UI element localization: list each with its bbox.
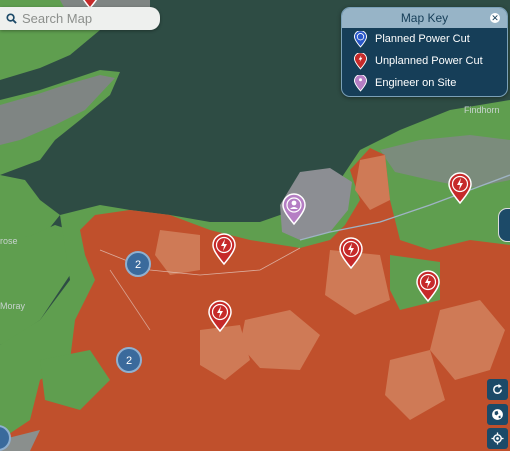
place-label-moray: Moray — [0, 301, 26, 311]
refresh-button[interactable] — [487, 379, 508, 400]
crosshair-icon — [491, 432, 504, 445]
map-key-label: Planned Power Cut — [375, 33, 470, 45]
refresh-icon — [493, 383, 502, 394]
planned-power-cut-icon — [354, 30, 367, 48]
cluster-count: 2 — [135, 259, 141, 271]
side-panel-toggle[interactable] — [498, 208, 510, 242]
place-label-findhorn: Findhorn — [464, 105, 500, 115]
search-input[interactable] — [22, 11, 152, 26]
locate-me-button[interactable] — [487, 428, 508, 449]
close-icon[interactable]: ✕ — [490, 13, 500, 23]
map-key-label: Unplanned Power Cut — [375, 55, 483, 67]
cluster-count: 2 — [126, 355, 132, 367]
map-key-label: Engineer on Site — [375, 77, 457, 89]
engineer-on-site-icon — [354, 74, 367, 92]
place-label-rose: rose — [0, 236, 18, 246]
map-key-panel: Map Key ✕ Planned Power Cut Unplanned Po… — [341, 7, 508, 97]
map-key-title: Map Key — [400, 11, 449, 25]
map-key-item-engineer: Engineer on Site — [342, 72, 507, 94]
search-icon — [0, 13, 22, 24]
map-key-item-unplanned: Unplanned Power Cut — [342, 50, 507, 72]
globe-button[interactable] — [487, 404, 508, 425]
globe-icon — [492, 409, 503, 420]
cluster-marker[interactable]: 2 — [116, 347, 142, 373]
map-key-item-planned: Planned Power Cut — [342, 28, 507, 50]
search-bar[interactable] — [0, 7, 160, 30]
unplanned-power-cut-icon — [354, 52, 367, 70]
cluster-marker[interactable]: 2 — [125, 251, 151, 277]
map-key-header: Map Key ✕ — [342, 8, 507, 28]
